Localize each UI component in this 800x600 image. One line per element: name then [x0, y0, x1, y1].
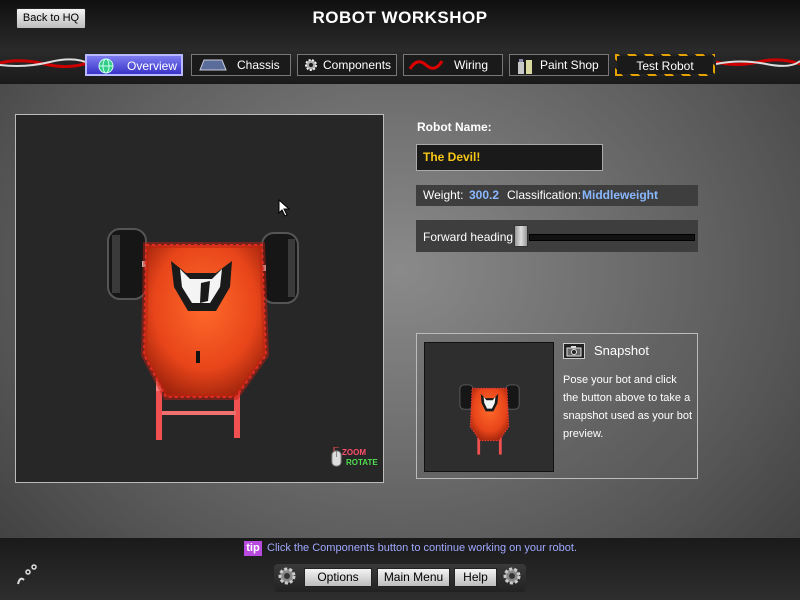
- back-to-hq-button[interactable]: Back to HQ: [16, 8, 86, 29]
- snapshot-preview: [424, 342, 554, 472]
- forward-heading-slider-thumb[interactable]: [514, 225, 528, 247]
- cable-right: [716, 58, 800, 67]
- tab-chassis[interactable]: Chassis: [191, 54, 291, 76]
- tab-test-robot[interactable]: Test Robot: [615, 54, 715, 76]
- options-button[interactable]: Options: [304, 568, 372, 587]
- snapshot-camera-button[interactable]: [563, 343, 585, 359]
- camera-icon: [566, 346, 582, 357]
- forward-heading-label: Forward heading:: [423, 230, 517, 244]
- globe-icon: [98, 58, 114, 74]
- mouse-cursor-icon: [278, 199, 291, 217]
- tip-badge: tip: [244, 541, 262, 556]
- tab-label: Wiring: [454, 58, 489, 72]
- tab-overview[interactable]: Overview: [85, 54, 183, 76]
- rotate-hint: ROTATE: [346, 458, 378, 467]
- weight-label: Weight:: [423, 188, 464, 202]
- wire-icon: [408, 60, 444, 70]
- robot-name-input[interactable]: The Devil!: [416, 144, 603, 171]
- robot-3d-viewport[interactable]: ZOOM ROTATE: [15, 114, 384, 483]
- chassis-icon: [199, 59, 227, 71]
- gear-icon: [503, 567, 521, 585]
- cable-left: [0, 58, 90, 68]
- snapshot-description: Pose your bot and click the button above…: [563, 374, 693, 440]
- main-menu-button[interactable]: Main Menu: [377, 568, 450, 587]
- zoom-hint: ZOOM: [342, 448, 366, 457]
- gear-icon: [278, 567, 296, 585]
- classification-value: Middleweight: [582, 188, 658, 202]
- tab-wiring[interactable]: Wiring: [403, 54, 503, 76]
- paint-icon: [518, 59, 532, 74]
- classification-label: Classification:: [507, 188, 582, 202]
- tip-text: Click the Components button to continue …: [267, 542, 578, 554]
- tab-label: Components: [323, 58, 392, 72]
- forward-heading-slider[interactable]: [529, 234, 695, 241]
- tab-paint-shop[interactable]: Paint Shop: [509, 54, 609, 76]
- tab-label: Paint Shop: [540, 58, 599, 72]
- page-title: ROBOT WORKSHOP: [312, 8, 488, 27]
- help-button[interactable]: Help: [454, 568, 497, 587]
- gear-icon: [305, 59, 317, 71]
- robot-name-label: Robot Name:: [417, 120, 492, 134]
- weight-class-bar: Weight: 300.2 Classification: Middleweig…: [416, 185, 698, 206]
- tab-label: Overview: [127, 59, 178, 73]
- lightbulb-icon: [17, 564, 37, 585]
- tab-components[interactable]: Components: [297, 54, 397, 76]
- robot-model: [107, 228, 299, 440]
- tab-label: Chassis: [237, 58, 280, 72]
- snapshot-title: Snapshot: [594, 343, 649, 358]
- weight-value: 300.2: [469, 188, 500, 202]
- snapshot-robot-image: [459, 384, 520, 455]
- tab-label: Test Robot: [636, 59, 694, 73]
